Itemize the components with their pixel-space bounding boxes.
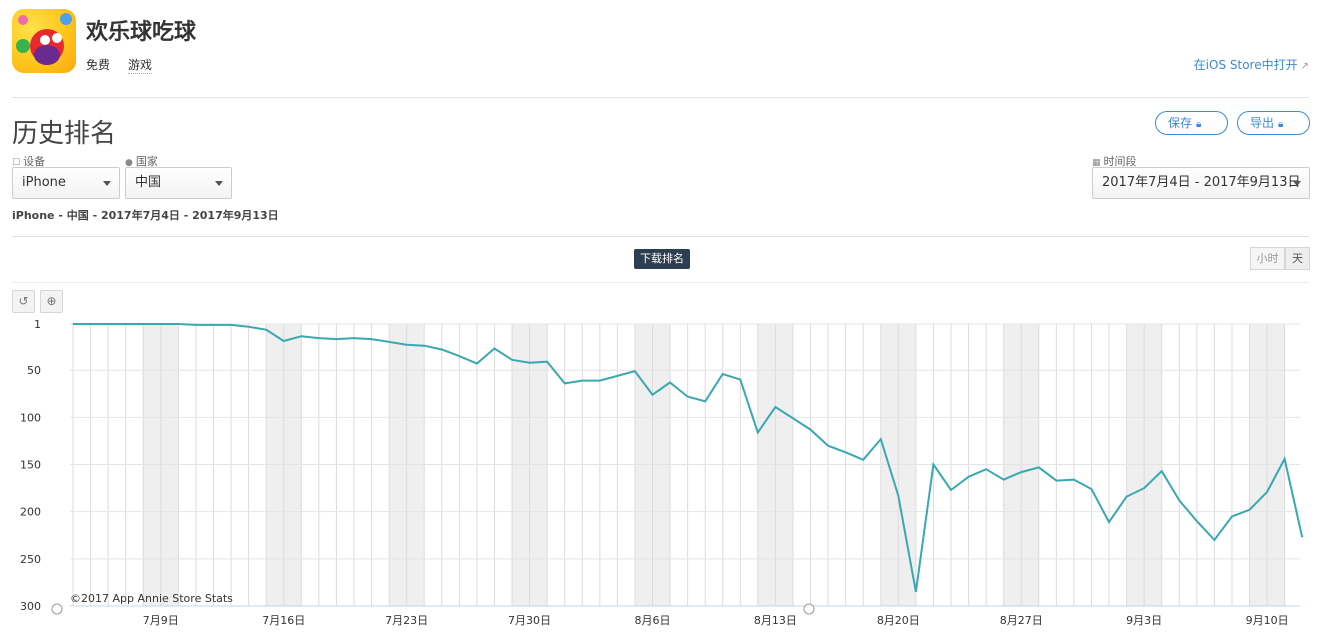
horizontal-gridlines <box>70 323 1300 607</box>
period-select-value: 2017年7月4日 - 2017年9月13日 <box>1102 175 1301 190</box>
granularity-hour-button[interactable]: 小时 <box>1250 247 1285 270</box>
app-meta: 免费 游戏 <box>86 56 153 74</box>
chevron-down-icon <box>103 181 111 186</box>
x-tick-label: 8月13日 <box>754 614 797 627</box>
app-price: 免费 <box>86 58 111 72</box>
y-tick-label: 300 <box>20 600 41 613</box>
lock-icon: 🔒︎ <box>1196 119 1202 130</box>
page-title: 历史排名 <box>12 119 117 149</box>
range-handle[interactable] <box>803 603 815 615</box>
granularity-day-button[interactable]: 天 <box>1285 247 1310 270</box>
chart-credit: ©2017 App Annie Store Stats <box>70 592 233 605</box>
app-icon-decoration <box>52 33 62 43</box>
external-link-icon: ↗ <box>1300 61 1309 72</box>
app-icon <box>12 9 76 73</box>
divider <box>12 236 1309 237</box>
y-tick-label: 200 <box>20 506 41 519</box>
export-button[interactable]: 导出 🔒︎ <box>1237 111 1310 135</box>
app-icon-decoration <box>60 13 72 25</box>
app-icon-decoration <box>40 35 50 45</box>
device-select[interactable]: iPhone <box>12 167 120 199</box>
x-tick-label: 7月30日 <box>508 614 551 627</box>
app-name: 欢乐球吃球 <box>86 20 197 45</box>
app-icon-decoration <box>18 15 28 25</box>
y-axis-ticks: 150100150200250300 <box>20 318 41 613</box>
lock-icon: 🔒︎ <box>1278 119 1284 130</box>
app-icon-decoration <box>34 45 60 65</box>
app-icon-decoration <box>16 39 30 53</box>
download-rank-toggle[interactable]: 下载排名 <box>634 249 690 269</box>
filter-summary: iPhone - 中国 - 2017年7月4日 - 2017年9月13日 <box>12 209 279 222</box>
divider <box>12 282 1309 283</box>
range-handle[interactable] <box>51 603 63 615</box>
x-tick-label: 7月16日 <box>262 614 305 627</box>
y-tick-label: 150 <box>20 459 41 472</box>
x-tick-label: 7月9日 <box>143 614 179 627</box>
chevron-down-icon <box>1293 181 1301 186</box>
zoom-icon: ⊕ <box>46 294 57 308</box>
x-tick-label: 8月20日 <box>877 614 920 627</box>
x-tick-label: 9月10日 <box>1246 614 1289 627</box>
x-axis-ticks: 7月9日 7月16日 7月23日 7月30日 8月6日 8月13日 8月20日 8月27日 9月… <box>143 614 1289 627</box>
country-select-value: 中国 <box>135 175 162 190</box>
x-tick-label: 8月27日 <box>1000 614 1043 627</box>
y-tick-label: 100 <box>20 411 41 424</box>
x-tick-label: 7月23日 <box>385 614 428 627</box>
x-tick-label: 9月3日 <box>1126 614 1162 627</box>
country-select[interactable]: 中国 <box>125 167 232 199</box>
period-select[interactable]: 2017年7月4日 - 2017年9月13日 <box>1092 167 1310 199</box>
save-button[interactable]: 保存 🔒︎ <box>1155 111 1228 135</box>
open-in-store-label: 在iOS Store中打开 <box>1193 58 1298 72</box>
x-tick-label: 8月6日 <box>634 614 670 627</box>
reset-icon: ↺ <box>18 294 29 308</box>
y-tick-label: 50 <box>27 364 41 377</box>
save-label: 保存 <box>1168 116 1193 130</box>
export-label: 导出 <box>1250 116 1275 130</box>
rank-chart[interactable]: 150100150200250300 7月9日 7月16日 7月23日 7月30日 8月… <box>0 310 1321 639</box>
y-tick-label: 250 <box>20 553 41 566</box>
device-select-value: iPhone <box>22 175 66 190</box>
divider <box>12 97 1309 98</box>
chevron-down-icon <box>215 181 223 186</box>
y-tick-label: 1 <box>34 318 41 331</box>
app-genre-link[interactable]: 游戏 <box>128 56 153 74</box>
open-in-store-link[interactable]: 在iOS Store中打开 ↗ <box>1194 56 1309 73</box>
